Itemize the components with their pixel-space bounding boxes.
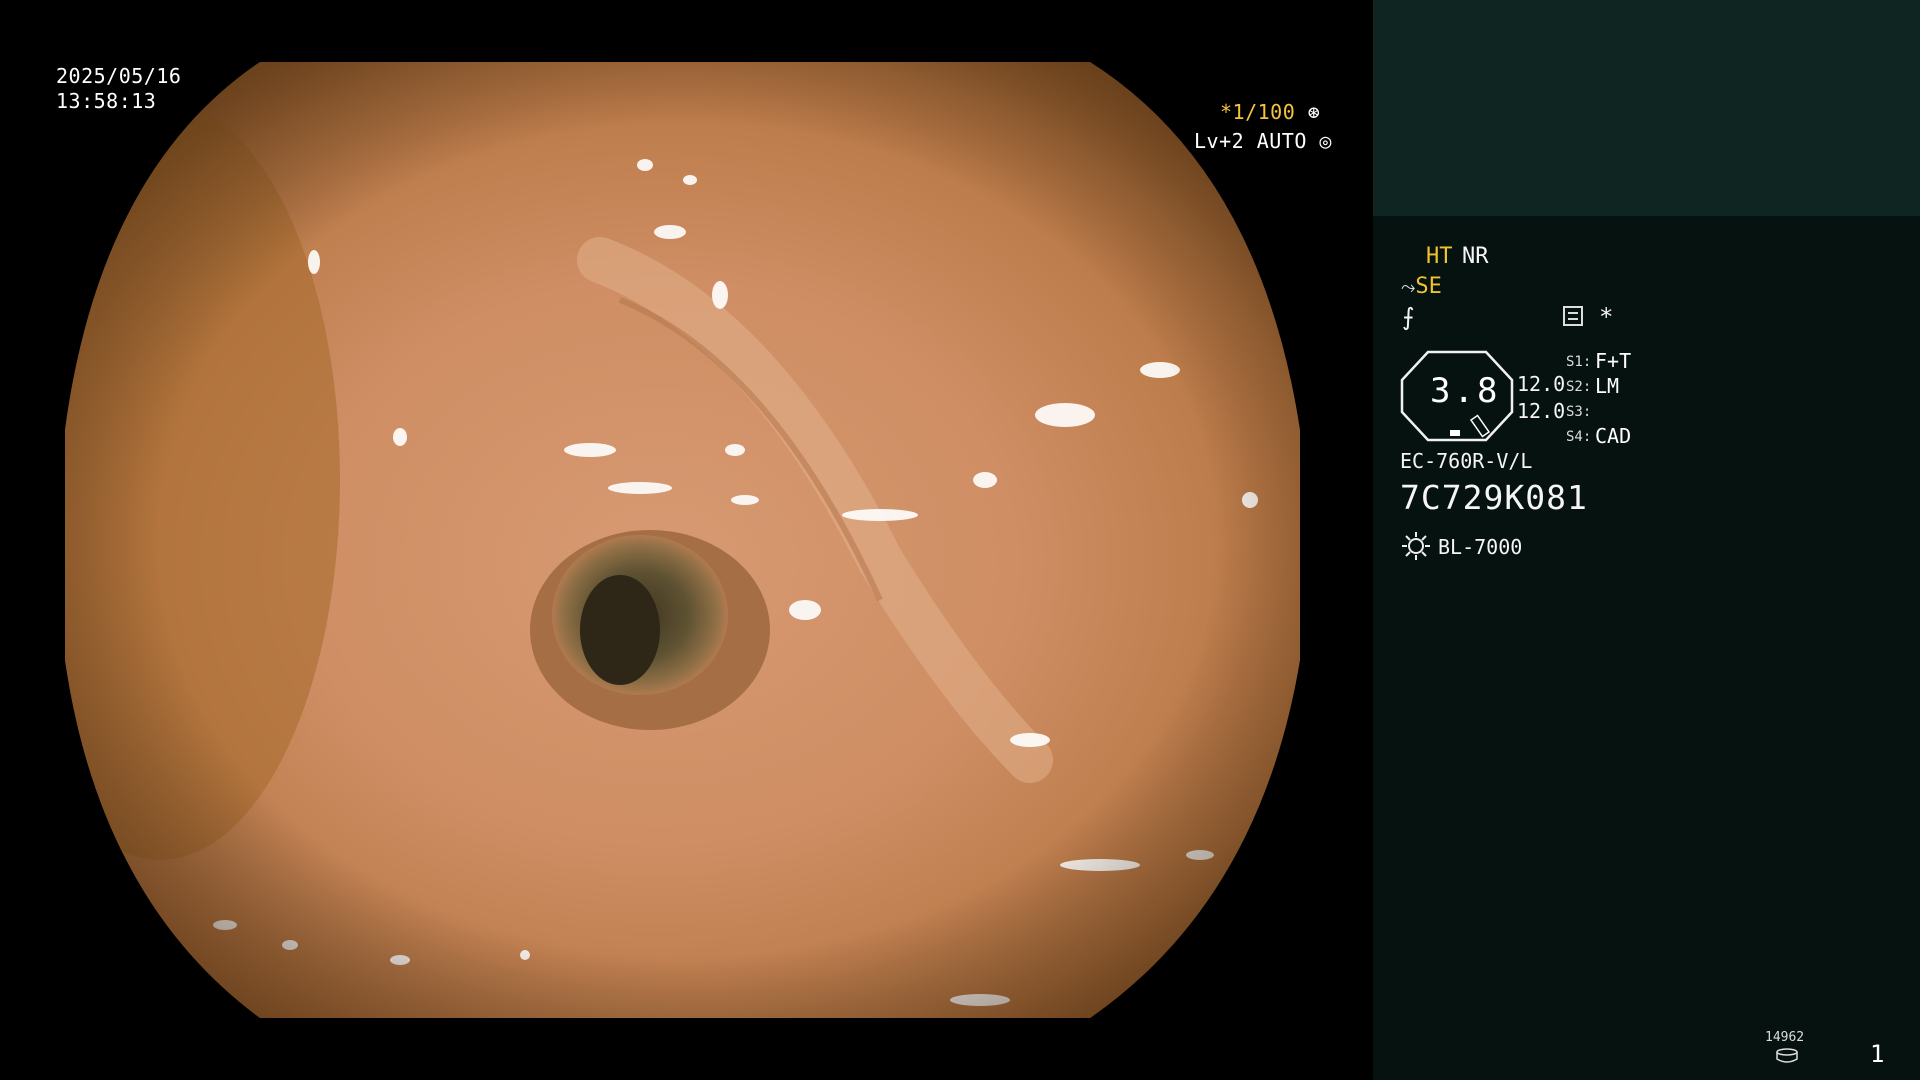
switch-1-value: F+T xyxy=(1595,349,1632,373)
light-source-model: BL-7000 xyxy=(1438,535,1523,559)
light-source-icon xyxy=(1402,532,1430,560)
panel-header-area xyxy=(1373,0,1920,216)
shutter-value: *1/100 xyxy=(1220,100,1296,124)
switch-4-value: CAD xyxy=(1595,424,1632,448)
dial-value: 3.8 xyxy=(1430,371,1501,411)
value-2: 12.0 xyxy=(1517,399,1566,423)
scale-icon xyxy=(1563,306,1583,326)
info-panel: HT NR ⤳SE ⨍ * 3.8 12.0 12.0 S1: F+T S2: … xyxy=(1373,0,1920,1080)
aperture-icon: ⊛ xyxy=(1307,100,1321,124)
switch-2-label: S2: xyxy=(1566,379,1592,395)
star-indicator: * xyxy=(1599,303,1614,331)
exam-date: 2025/05/16 xyxy=(56,64,182,88)
iris-icon: ◎ xyxy=(1319,129,1332,153)
structure-enhancement-icon: ⤳ xyxy=(1401,277,1416,298)
ht-indicator: HT xyxy=(1426,244,1453,269)
dial-marker xyxy=(1450,430,1460,436)
switch-4-label: S4: xyxy=(1566,429,1592,445)
flow-icon: ⨍ xyxy=(1402,303,1415,331)
switch-3-label: S3: xyxy=(1566,404,1592,420)
switch-1-label: S1: xyxy=(1566,354,1592,370)
shutter-speed: *1/100 ⊛ xyxy=(1220,100,1373,124)
endoscope-view: 2025/05/16 13:58:13 *1/100 ⊛ Lv+2 AUTO ◎ xyxy=(0,0,1373,1080)
se-indicator: SE xyxy=(1415,274,1442,299)
exam-time: 13:58:13 xyxy=(56,89,157,113)
endoscopic-image xyxy=(65,62,1300,1018)
level-value: Lv+2 AUTO xyxy=(1194,129,1307,153)
image-counter: 14962 xyxy=(1765,1030,1805,1045)
scope-model: EC-760R-V/L xyxy=(1400,449,1533,473)
scope-serial: 7C729K081 xyxy=(1400,478,1588,517)
nr-indicator: NR xyxy=(1462,244,1489,269)
value-1: 12.0 xyxy=(1517,372,1566,396)
switch-2-value: LM xyxy=(1595,374,1620,398)
storage-icon xyxy=(1776,1048,1798,1063)
structure-enhancement: ⤳SE xyxy=(1401,274,1442,299)
brightness-level: Lv+2 AUTO ◎ xyxy=(1194,129,1332,153)
dial-gauge-icon xyxy=(1469,414,1491,438)
page-number: 1 xyxy=(1870,1040,1885,1068)
